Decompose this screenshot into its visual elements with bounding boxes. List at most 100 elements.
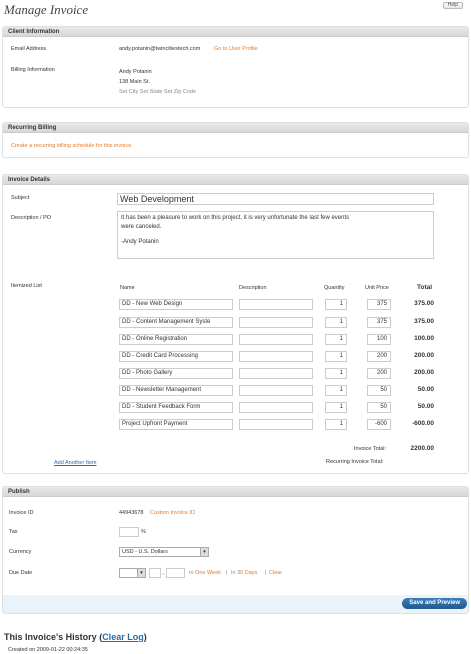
email-label: Email Address: [11, 46, 47, 52]
help-button[interactable]: Help: [442, 2, 463, 9]
item-description-input[interactable]: [239, 419, 313, 430]
item-name-input[interactable]: DD - Content Management Syste: [119, 317, 233, 328]
recurring-total-label: Recurring Invoice Total:: [326, 459, 384, 465]
column-description: Description: [239, 285, 267, 291]
item-unit-price-input[interactable]: 375: [367, 299, 391, 310]
subject-input[interactable]: Web Development: [117, 193, 434, 205]
item-name-input[interactable]: DD - Student Feedback Form: [119, 402, 233, 413]
invoice-id-label: Invoice ID: [9, 510, 34, 516]
custom-invoice-id-link[interactable]: Custom Invoice ID: [150, 510, 195, 516]
description-label: Description / PO: [11, 215, 52, 221]
due-date-label: Due Date: [9, 570, 33, 576]
item-description-input[interactable]: [239, 351, 313, 362]
item-description-input[interactable]: [239, 402, 313, 413]
invoice-details-box: Invoice Details Subject Web Development …: [2, 174, 469, 474]
recurring-billing-box: Recurring Billing Create a recurring bil…: [2, 122, 469, 158]
tax-label: Tax: [9, 529, 18, 535]
column-unit-price: Unit Price: [365, 285, 389, 291]
email-value: andy.potanin@twincitiestech.com: [119, 46, 201, 52]
column-name: Name: [120, 285, 135, 291]
description-textarea[interactable]: It has been a pleasure to work on this p…: [117, 211, 434, 259]
item-description-input[interactable]: [239, 385, 313, 396]
item-quantity-input[interactable]: 1: [325, 351, 347, 362]
invoice-total-value: 2200.00: [410, 445, 435, 452]
separator: |: [226, 570, 228, 576]
item-name-input[interactable]: DD - Credit Card Processing: [119, 351, 233, 362]
item-name-input[interactable]: DD - Online Registration: [119, 334, 233, 345]
item-quantity-input[interactable]: 1: [325, 299, 347, 310]
item-total: 50.00: [417, 386, 434, 393]
item-name-input[interactable]: DD - New Web Design: [119, 299, 233, 310]
item-quantity-input[interactable]: 1: [325, 317, 347, 328]
item-unit-price-input[interactable]: 100: [367, 334, 391, 345]
separator: |: [265, 570, 267, 576]
item-quantity-input[interactable]: 1: [325, 368, 347, 379]
item-quantity-input[interactable]: 1: [325, 402, 347, 413]
column-quantity: Quantity: [324, 285, 345, 291]
item-unit-price-input[interactable]: 200: [367, 368, 391, 379]
due-date-comma: ,: [163, 570, 165, 576]
clear-due-date-link[interactable]: Clear: [269, 570, 282, 576]
item-unit-price-input[interactable]: -600: [367, 419, 391, 430]
close-paren: ): [143, 632, 147, 642]
itemized-label: Itemized List: [11, 283, 42, 289]
currency-value: USD - U.S. Dollars: [122, 549, 168, 555]
item-total: 375.00: [414, 300, 434, 307]
invoice-id-value: 44943678: [119, 510, 144, 516]
item-unit-price-input[interactable]: 50: [367, 385, 391, 396]
item-name-input[interactable]: DD - Photo Gallery: [119, 368, 233, 379]
history-title: This Invoice's History (Clear Log): [4, 632, 147, 642]
item-total: 200.00: [414, 369, 434, 376]
item-unit-price-input[interactable]: 50: [367, 402, 391, 413]
billing-label: Billing Information: [11, 67, 55, 73]
item-total: 200.00: [414, 352, 434, 359]
page-title: Manage Invoice: [4, 2, 89, 17]
item-description-input[interactable]: [239, 334, 313, 345]
due-day-input[interactable]: [149, 568, 161, 578]
due-year-input[interactable]: [166, 568, 185, 578]
create-recurring-link[interactable]: Create a recurring billing schedule for …: [11, 143, 133, 149]
add-another-item-link[interactable]: Add Another Item: [54, 460, 97, 466]
item-unit-price-input[interactable]: 375: [367, 317, 391, 328]
save-and-preview-button[interactable]: Save and Preview: [402, 598, 467, 609]
item-unit-price-input[interactable]: 200: [367, 351, 391, 362]
in-one-week-link[interactable]: In One Week: [189, 570, 221, 576]
subject-label: Subject: [11, 195, 30, 201]
due-month-select[interactable]: ▾: [119, 568, 146, 578]
item-quantity-input[interactable]: 1: [325, 419, 347, 430]
billing-street: 138 Main St.: [119, 79, 150, 85]
item-total: -600.00: [411, 420, 434, 427]
publish-header: Publish: [3, 487, 468, 497]
item-description-input[interactable]: [239, 299, 313, 310]
item-total: 100.00: [414, 335, 434, 342]
item-name-input[interactable]: DD - Newsletter Management: [119, 385, 233, 396]
tax-input[interactable]: [119, 527, 139, 537]
description-line-1: It has been a pleasure to work on this p…: [121, 215, 350, 221]
item-quantity-input[interactable]: 1: [325, 334, 347, 345]
item-quantity-input[interactable]: 1: [325, 385, 347, 396]
chevron-down-icon: ▾: [137, 569, 145, 577]
client-information-box: Client Information Email Address andy.po…: [2, 26, 469, 108]
chevron-down-icon: ▾: [200, 548, 208, 556]
go-to-profile-link[interactable]: Go to User Profile: [214, 46, 258, 52]
billing-city: Set City Set State Set Zip Code: [119, 89, 197, 95]
description-sign: -Andy Potanin: [121, 239, 159, 245]
billing-name: Andy Potanin: [119, 69, 152, 75]
description-line-2: were canceled.: [121, 224, 162, 230]
tax-percent: %: [141, 529, 146, 535]
column-total: Total: [417, 284, 433, 291]
client-information-header: Client Information: [3, 27, 468, 37]
recurring-billing-header: Recurring Billing: [3, 123, 468, 133]
clear-log-link[interactable]: Clear Log: [102, 632, 144, 642]
history-created-entry: Created on 2009-01-22 00:24:35: [8, 647, 88, 653]
item-name-input[interactable]: Project Upfront Payment: [119, 419, 233, 430]
item-description-input[interactable]: [239, 368, 313, 379]
history-title-text: This Invoice's History: [4, 632, 97, 642]
invoice-details-header: Invoice Details: [3, 175, 468, 185]
item-description-input[interactable]: [239, 317, 313, 328]
invoice-total-label: Invoice Total:: [354, 446, 387, 452]
in-30-days-link[interactable]: In 30 Days: [231, 570, 257, 576]
currency-select[interactable]: USD - U.S. Dollars ▾: [119, 547, 209, 557]
item-total: 375.00: [414, 318, 434, 325]
item-total: 50.00: [417, 403, 434, 410]
